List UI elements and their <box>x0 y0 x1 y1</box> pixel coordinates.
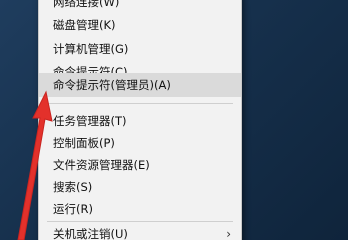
menu-item-label: 搜索(S) <box>53 180 93 194</box>
menu-item-label: 磁盘管理(K) <box>53 18 116 32</box>
menu-item-file-explorer[interactable]: 文件资源管理器(E) <box>39 154 241 176</box>
menu-item-label: 任务管理器(T) <box>53 114 127 128</box>
menu-item-label: 关机或注销(U) <box>53 227 128 240</box>
menu-item-disk-management[interactable]: 磁盘管理(K) <box>39 14 241 36</box>
menu-item-label: 文件资源管理器(E) <box>53 158 150 172</box>
chevron-right-icon: › <box>226 227 231 240</box>
menu-item-label: 计算机管理(G) <box>53 42 129 56</box>
menu-item-run[interactable]: 运行(R) <box>39 198 241 220</box>
menu-item-task-manager[interactable]: 任务管理器(T) <box>39 110 241 132</box>
menu-separator <box>47 103 233 104</box>
menu-item-command-prompt-admin[interactable]: 命令提示符(管理员)(A) <box>39 73 241 97</box>
menu-item-search[interactable]: 搜索(S) <box>39 176 241 198</box>
menu-item-computer-management[interactable]: 计算机管理(G) <box>39 38 241 60</box>
menu-item-label: 网络连接(W) <box>53 0 120 9</box>
menu-item-label: 运行(R) <box>53 202 93 216</box>
menu-item-shutdown-signout[interactable]: 关机或注销(U) › <box>39 223 241 240</box>
menu-item-control-panel[interactable]: 控制面板(P) <box>39 132 241 154</box>
menu-separator <box>47 221 233 222</box>
menu-item-network-connections[interactable]: 网络连接(W) <box>39 0 241 13</box>
winx-context-menu: 网络连接(W) 磁盘管理(K) 计算机管理(G) 命令提示符(C) 命令提示符(… <box>38 0 242 240</box>
menu-item-label: 命令提示符(管理员)(A) <box>53 78 171 92</box>
menu-item-label: 控制面板(P) <box>53 136 115 150</box>
